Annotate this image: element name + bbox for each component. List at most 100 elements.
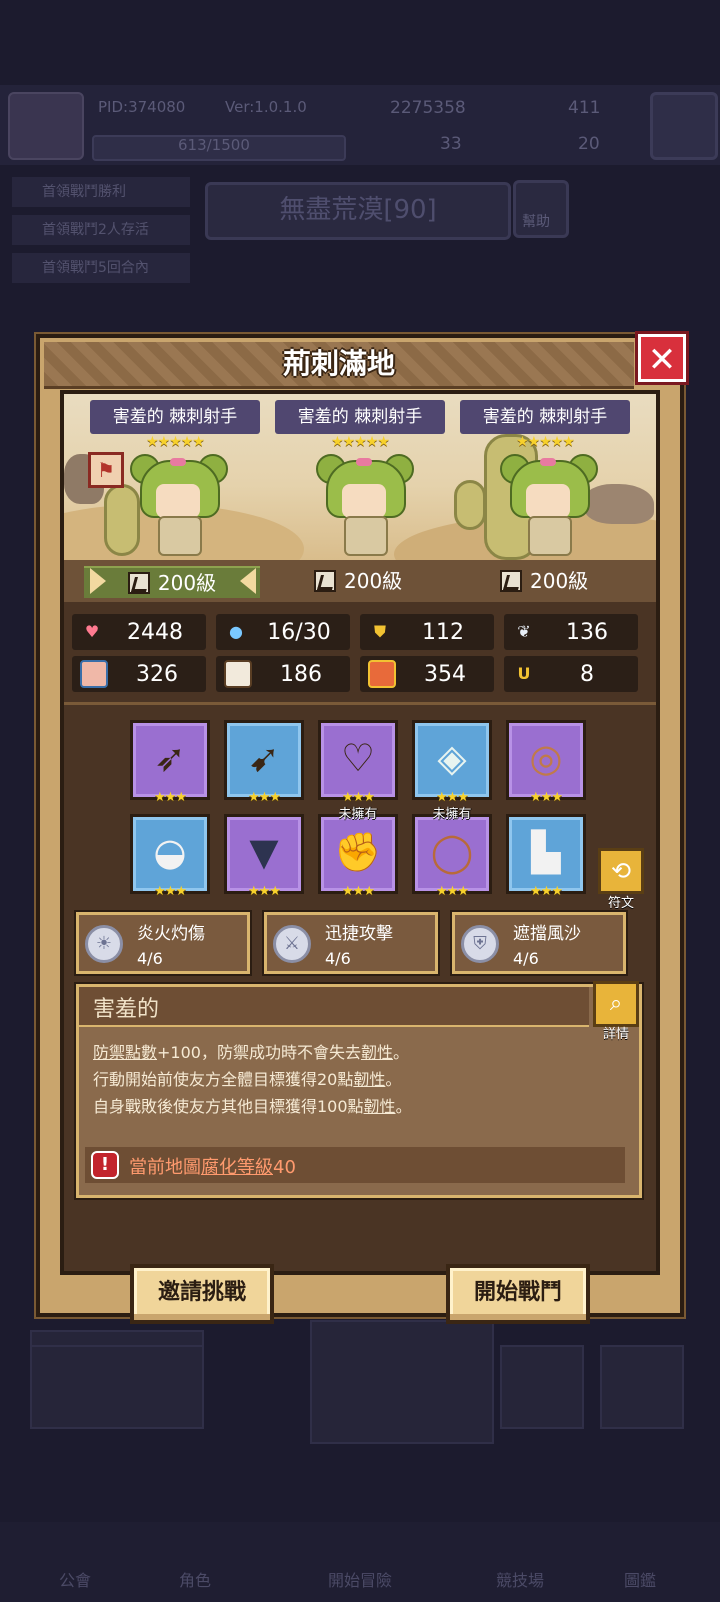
nav-codex[interactable]: 圖鑑 (595, 1566, 685, 1596)
gem-icon[interactable]: ◈ ★★★ (412, 720, 492, 805)
enemy-sprite[interactable] (500, 454, 598, 558)
enemy-level[interactable]: 200級 (314, 566, 402, 596)
stat-value: 326 (136, 661, 178, 687)
magnifier-icon[interactable]: ⌕ (593, 981, 639, 1027)
player-avatar[interactable] (8, 92, 84, 160)
stat-hp: ♥ 2448 (72, 614, 206, 650)
keyword-link[interactable]: 韌性 (364, 1097, 396, 1116)
stat-value: 112 (422, 619, 464, 645)
stat-magic-power: 354 (360, 656, 494, 692)
bracelet-icon[interactable]: 未擁有 ◯ ★★★ (412, 807, 492, 899)
gold-count: 2275358 (390, 98, 466, 118)
trait-title-bar: 害羞的 (79, 987, 589, 1027)
skill-burn[interactable]: ☀ 炎火灼傷 4/6 (74, 910, 252, 976)
bg-slot (600, 1345, 684, 1429)
enemy-card-1[interactable]: 害羞的 棘刺射手 ★★★★★ (90, 400, 260, 450)
enemy-level-selected[interactable]: 200級 (84, 566, 260, 598)
bg-slot (30, 1345, 204, 1429)
settings-gear-icon[interactable] (650, 92, 718, 160)
wing-icon: ❦ (517, 622, 531, 641)
enemy-scene: 害羞的 棘刺射手 ★★★★★ 害羞的 棘刺射手 ★★★★★ 害羞的 棘刺射手 ★… (64, 394, 656, 560)
bow-icon[interactable]: ➶ ★★★ (130, 720, 210, 805)
enemy-stars: ★★★★★ (146, 434, 205, 450)
divider (64, 702, 656, 705)
modal-title: 荊刺滿地 (282, 347, 395, 380)
stamina-text: 613/1500 (178, 136, 250, 154)
trait-line: 行動開始前使友方全體目標獲得20點韌性。 (93, 1070, 402, 1089)
skill-swift-attack[interactable]: ⚔ 迅捷攻擊 4/6 (262, 910, 440, 976)
stat-value: 186 (280, 661, 322, 687)
level-icon (500, 570, 522, 592)
armor-icon[interactable]: ▼ ★★★ (224, 814, 304, 899)
enemy-level[interactable]: 200級 (500, 566, 588, 596)
enemy-card-3[interactable]: 害羞的 棘刺射手 ★★★★★ (460, 400, 630, 450)
resource-a-count: 33 (440, 134, 462, 154)
magic-icon (368, 660, 396, 688)
trait-title: 害羞的 (93, 997, 160, 1022)
help-button[interactable]: 幫助 (513, 180, 569, 238)
keyword-link[interactable]: 腐化等級 (201, 1157, 273, 1178)
water-drop-icon: ● (229, 622, 243, 641)
skill-name: 迅捷攻擊 (325, 924, 393, 944)
stage-info-modal: 荊刺滿地 ✕ 害羞的 棘刺射手 ★★★★★ 害羞的 棘刺射手 ★★★★★ 害羞的… (36, 331, 689, 1324)
trait-line: 防禦點數+100，防禦成功時不會失去韌性。 (93, 1043, 409, 1062)
keyword-link[interactable]: 防禦點數 (93, 1043, 157, 1062)
equipment-grid: ➶ ★★★ ➹ ★★★ ♡ ★★★ ◈ ★★★ ◎ ★★★ ◒ ★★★ ▼ ★★… (64, 706, 656, 911)
resource-b-count: 20 (578, 134, 600, 154)
quest-item: 首領戰鬥5回合內 (12, 253, 190, 283)
start-battle-button[interactable]: 開始戰鬥 (446, 1264, 590, 1324)
enemy-sprite[interactable] (130, 454, 228, 558)
equip-stars: ★★★ (248, 884, 281, 899)
arrow-right-icon[interactable] (240, 568, 256, 594)
bg-slot (500, 1345, 584, 1429)
boots-icon[interactable]: ▙ ★★★ (506, 814, 586, 899)
help-label: 幫助 (522, 214, 550, 230)
cactus (454, 480, 486, 530)
skill-name: 炎火灼傷 (137, 924, 205, 944)
quest-item: 首領戰鬥勝利 (12, 177, 190, 207)
skill-count: 4/6 (513, 949, 539, 968)
book-icon (224, 660, 252, 688)
enemy-stars: ★★★★★ (516, 434, 575, 450)
amulet-icon[interactable]: ♡ ★★★ (318, 720, 398, 805)
equip-stars: ★★★ (530, 884, 563, 899)
nav-adventure[interactable]: 開始冒險 (290, 1566, 430, 1596)
rune-label: 符文 (607, 896, 634, 911)
unowned-label: 未擁有 (338, 807, 378, 822)
modal-header: 荊刺滿地 (44, 342, 634, 389)
rune-swap-icon[interactable]: ⟲ (598, 848, 644, 894)
enemy-levels-row: 200級 200級 200級 (64, 560, 656, 602)
mask-icon[interactable]: ◒ ★★★ (130, 814, 210, 899)
equip-stars: ★★★ (154, 884, 187, 899)
skill-sand-block[interactable]: ⛨ 遮擋風沙 4/6 (450, 910, 628, 976)
enemy-card-2[interactable]: 害羞的 棘刺射手 ★★★★★ (275, 400, 445, 450)
stat-value: 354 (424, 661, 466, 687)
trait-description: 害羞的 ⌕ 詳情 防禦點數+100，防禦成功時不會失去韌性。 行動開始前使友方全… (74, 981, 644, 1200)
bottom-nav: 公會 角色 開始冒險 競技場 圖鑑 (0, 1522, 720, 1602)
keyword-link[interactable]: 韌性 (361, 1043, 393, 1062)
invite-challenge-button[interactable]: 邀請挑戰 (130, 1264, 274, 1324)
nav-character[interactable]: 角色 (150, 1566, 240, 1596)
close-icon[interactable]: ✕ (635, 331, 689, 385)
level-icon (314, 570, 336, 592)
keyword-link[interactable]: 韌性 (353, 1070, 385, 1089)
fist-icon (80, 660, 108, 688)
skill-count: 4/6 (325, 949, 351, 968)
boss-flag-icon[interactable]: ⚑ (88, 452, 124, 488)
arrow-left-icon[interactable] (90, 568, 106, 594)
ring-icon[interactable]: ◎ ★★★ (506, 720, 586, 805)
enemy-sprite[interactable] (316, 454, 414, 558)
gauntlet-icon[interactable]: 未擁有 ✊ ★★★ (318, 807, 398, 899)
equip-stars: ★★★ (436, 884, 469, 899)
stat-value: 2448 (127, 619, 183, 645)
enemy-stats: ♥ 2448 ● 16/30 ⛊ 112 ❦ 136 326 186 354 U… (72, 614, 648, 702)
enemy-stars: ★★★★★ (331, 434, 390, 450)
stat-value: 16/30 (267, 619, 331, 645)
nav-arena[interactable]: 競技場 (470, 1566, 570, 1596)
nav-guild[interactable]: 公會 (30, 1566, 120, 1596)
stat-mana: ● 16/30 (216, 614, 350, 650)
stat-luck: U 8 (504, 656, 638, 692)
arrow-icon[interactable]: ➹ ★★★ (224, 720, 304, 805)
warning-text: 當前地圖腐化等級40 (129, 1157, 296, 1178)
zone-selector[interactable]: 無盡荒漠[90] (205, 182, 511, 240)
